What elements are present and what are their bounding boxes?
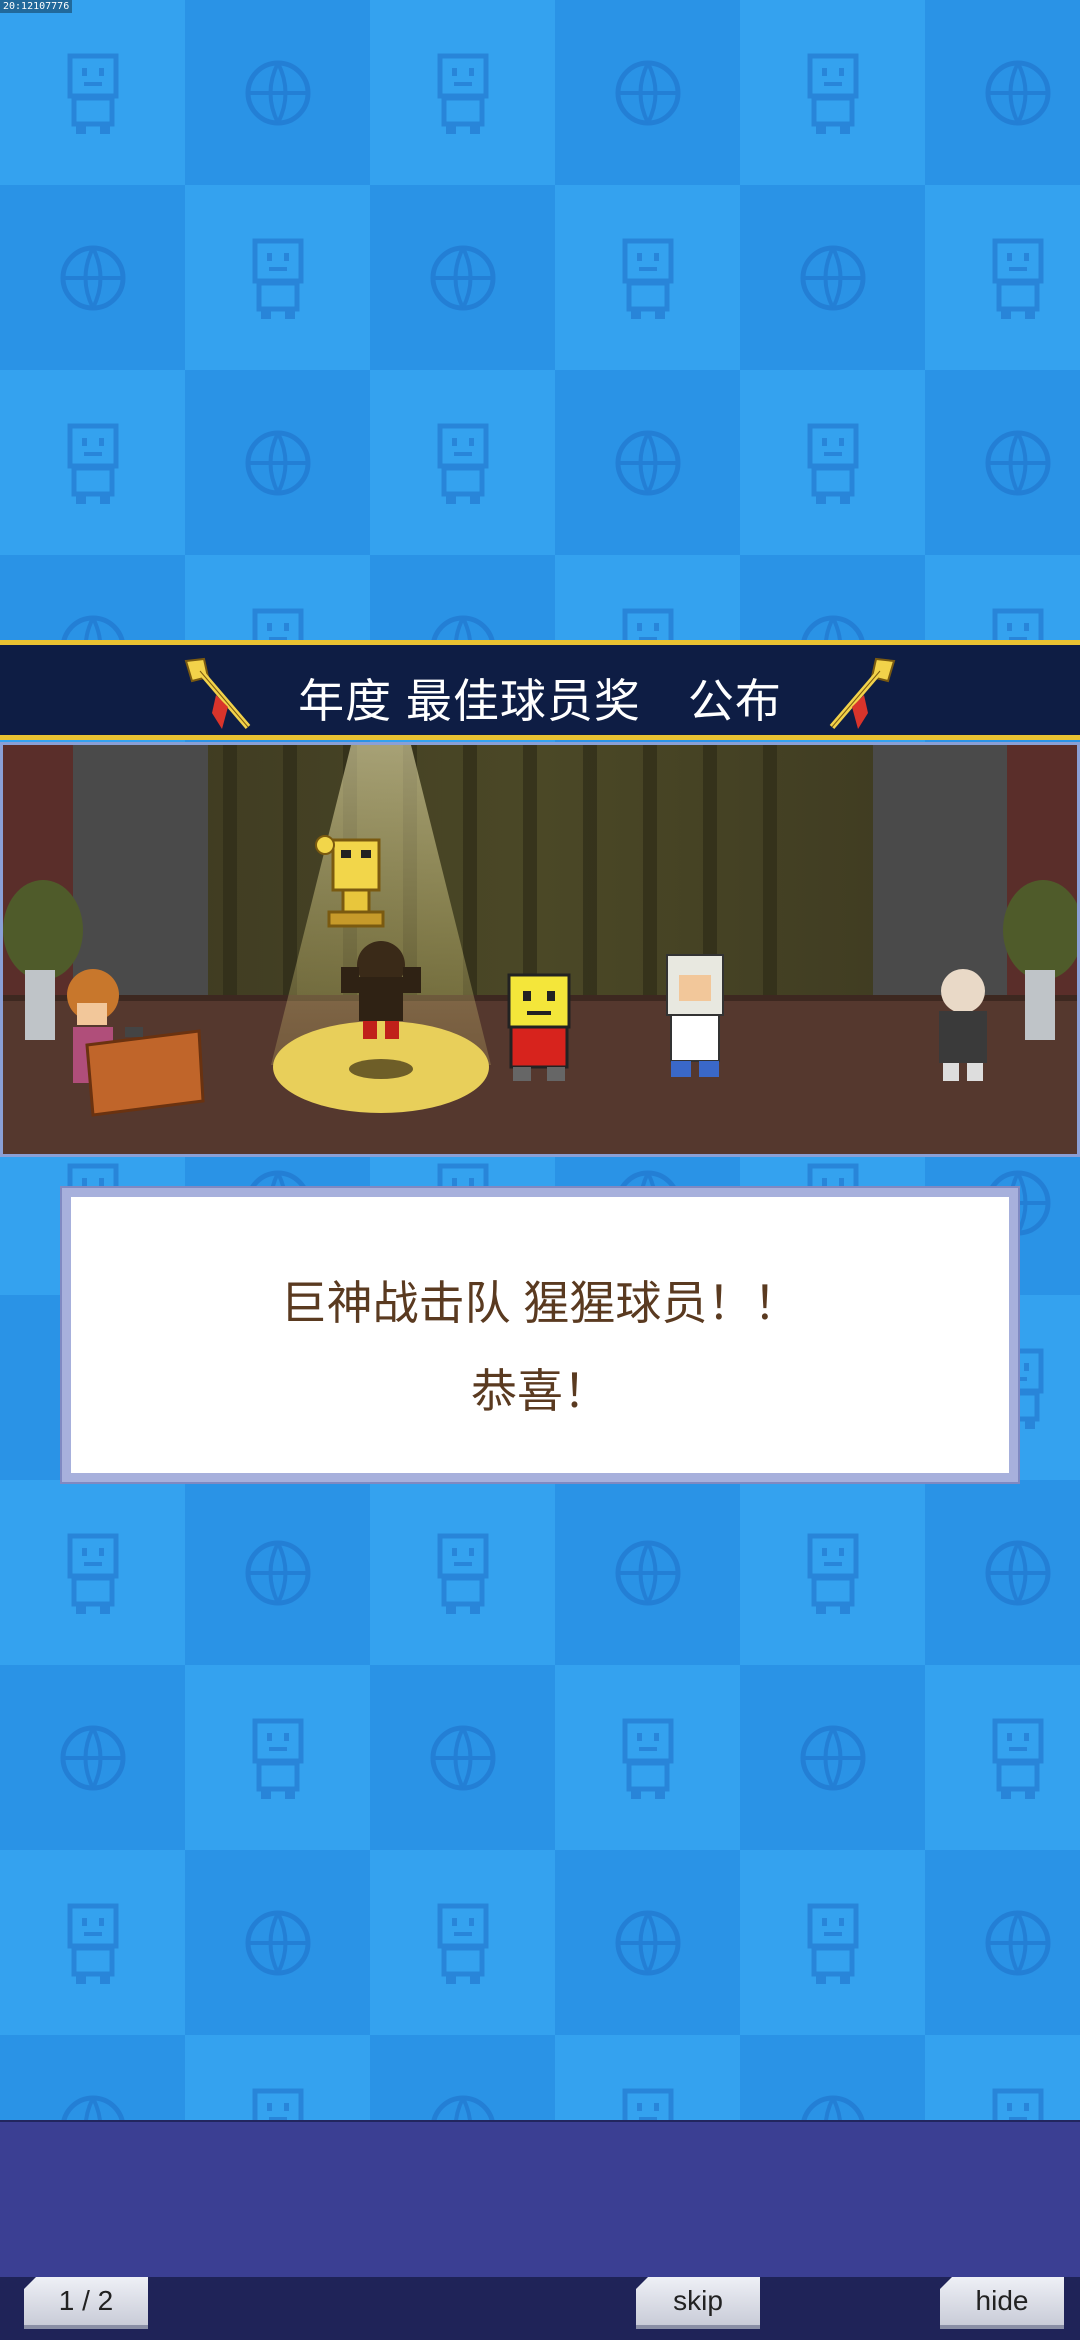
robot-mascot-icon — [925, 1665, 1080, 1850]
robot-mascot-icon — [370, 370, 555, 555]
robot-mascot-icon — [370, 1850, 555, 2035]
basketball-icon — [0, 185, 185, 370]
basketball-icon — [555, 0, 740, 185]
announcement-dialog: 巨神战击队 猩猩球员！！ 恭喜！ — [62, 1188, 1018, 1482]
basketball-icon — [925, 1480, 1080, 1665]
basketball-icon — [555, 1480, 740, 1665]
basketball-icon — [925, 0, 1080, 185]
basketball-icon — [555, 370, 740, 555]
robot-mascot-icon — [370, 1480, 555, 1665]
award-stage-scene — [0, 742, 1080, 1157]
page-indicator-button[interactable]: 1 / 2 — [24, 2277, 148, 2329]
basketball-icon — [740, 185, 925, 370]
robot-mascot-icon — [185, 185, 370, 370]
robot-mascot-icon — [555, 185, 740, 370]
basketball-icon — [185, 1480, 370, 1665]
basketball-icon — [370, 185, 555, 370]
dialog-line-1: 巨神战击队 猩猩球员！！ — [280, 1277, 800, 1329]
bottom-panel — [0, 2120, 1080, 2279]
basketball-icon — [925, 370, 1080, 555]
skip-button[interactable]: skip — [636, 2277, 760, 2329]
robot-mascot-icon — [0, 1850, 185, 2035]
dialog-line-2: 恭喜！ — [471, 1365, 609, 1417]
basketball-icon — [185, 370, 370, 555]
robot-mascot-icon — [740, 1480, 925, 1665]
stage-illustration — [3, 745, 1077, 1154]
basketball-icon — [185, 0, 370, 185]
basketball-icon — [0, 1665, 185, 1850]
basketball-icon — [370, 1665, 555, 1850]
robot-mascot-icon — [185, 1665, 370, 1850]
robot-mascot-icon — [507, 973, 571, 1081]
basketball-icon — [185, 1850, 370, 2035]
trumpet-icon — [829, 657, 896, 729]
award-banner: 年度 最佳球员奖 公布 — [0, 640, 1080, 740]
robot-mascot-icon — [0, 0, 185, 185]
status-text: 20:12107776 — [0, 0, 73, 13]
robot-mascot-icon — [0, 370, 185, 555]
basketball-icon — [925, 1850, 1080, 2035]
robot-mascot-icon — [740, 370, 925, 555]
bottom-bar — [0, 2277, 1080, 2340]
hide-button[interactable]: hide — [940, 2277, 1064, 2329]
robot-mascot-icon — [740, 0, 925, 185]
banner-title: 年度 最佳球员奖 公布 — [298, 675, 782, 727]
basketball-icon — [740, 1665, 925, 1850]
bearded-player — [666, 954, 724, 1077]
robot-mascot-icon — [370, 0, 555, 185]
robot-mascot-icon — [0, 1480, 185, 1665]
robot-mascot-icon — [555, 1665, 740, 1850]
basketball-icon — [555, 1850, 740, 2035]
robot-mascot-icon — [740, 1850, 925, 2035]
robot-mascot-icon — [925, 185, 1080, 370]
